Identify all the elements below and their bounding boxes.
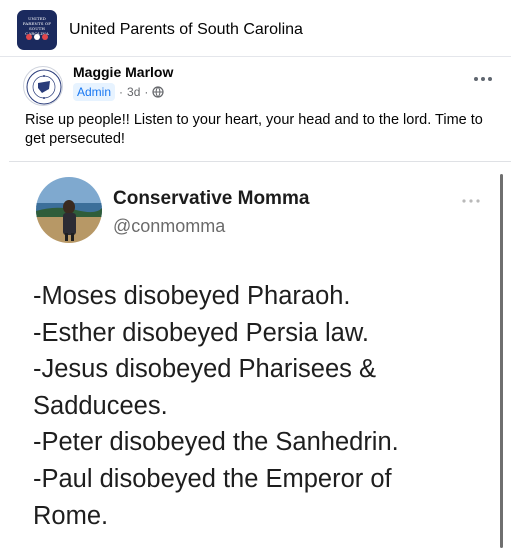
author-avatar-seal-icon <box>26 69 62 105</box>
tweet-screenshot[interactable]: Conservative Momma @conmomma -Moses diso… <box>9 161 511 548</box>
tweet-avatar <box>36 177 102 243</box>
group-logo[interactable]: UNITED PARENTS OF SOUTH CAROLINA <box>17 10 57 50</box>
post-meta: Admin · 3d · <box>73 83 164 101</box>
more-horizontal-icon <box>474 77 492 81</box>
tweet-line: -Esther disobeyed Persia law. <box>33 318 369 347</box>
meta-separator: · <box>144 85 149 99</box>
post-text: Rise up people!! Listen to your heart, y… <box>25 112 483 147</box>
meta-separator: · <box>119 85 124 99</box>
post: Maggie Marlow Admin · 3d · Rise up peopl… <box>9 57 511 548</box>
embed-scrollbar[interactable] <box>500 174 503 548</box>
author-name[interactable]: Maggie Marlow <box>73 64 173 80</box>
more-horizontal-icon <box>462 199 480 203</box>
tweet-author-handle: @conmomma <box>113 216 226 236</box>
group-logo-emblem-icon <box>26 34 48 40</box>
post-more-button[interactable] <box>469 69 497 89</box>
post-time[interactable]: 3d <box>127 85 140 99</box>
author-avatar[interactable] <box>23 66 63 106</box>
group-header: UNITED PARENTS OF SOUTH CAROLINA United … <box>0 0 511 57</box>
tweet-author-name: Conservative Momma <box>113 188 310 209</box>
tweet-line: Sadducees. <box>33 391 168 420</box>
group-name[interactable]: United Parents of South Carolina <box>69 21 303 39</box>
tweet-body: -Moses disobeyed Pharaoh. -Esther disobe… <box>33 278 493 534</box>
tweet-line: -Peter disobeyed the Sanhedrin. <box>33 428 399 457</box>
tweet-line: -Moses disobeyed Pharaoh. <box>33 282 351 310</box>
tweet-line: -Paul disobeyed the Emperor of <box>33 464 392 493</box>
globe-icon <box>152 86 164 98</box>
admin-badge: Admin <box>73 83 116 101</box>
tweet-line: Rome. <box>33 501 109 530</box>
tweet-line: -Jesus disobeyed Pharisees & <box>33 355 377 384</box>
tweet-avatar-photo <box>36 177 102 243</box>
